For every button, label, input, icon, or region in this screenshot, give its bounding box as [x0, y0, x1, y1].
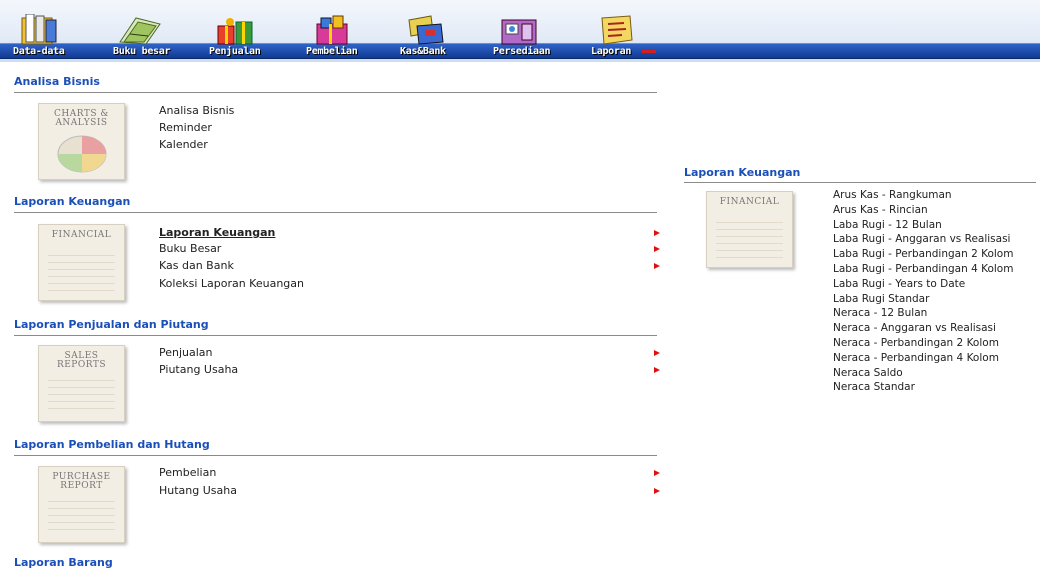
section-laporan-penjualan: Laporan Penjualan dan Piutang: [14, 317, 657, 336]
financial-thumbnail: FINANCIAL: [38, 224, 125, 301]
gift-icon: [217, 18, 253, 45]
purchase-report-thumbnail: PURCHASE REPORT: [38, 466, 125, 543]
section-title: Laporan Pembelian dan Hutang: [14, 438, 210, 451]
right-financial-thumbnail: FINANCIAL: [706, 191, 793, 268]
report-item-neraca-2-kolom[interactable]: Neraca - Perbandingan 2 Kolom: [833, 336, 1013, 351]
report-item-neraca-standar[interactable]: Neraca Standar: [833, 380, 1013, 395]
toolbar-data-data-button[interactable]: Data-data: [10, 14, 76, 58]
right-panel-title: Laporan Keuangan: [684, 166, 801, 179]
toolbar-label: Laporan: [591, 46, 632, 57]
section-title: Laporan Keuangan: [14, 195, 131, 208]
section-laporan-pembelian: Laporan Pembelian dan Hutang: [14, 437, 657, 456]
report-item-laba-rugi-ytd[interactable]: Laba Rugi - Years to Date: [833, 277, 1013, 292]
toolbar-label: Kas&Bank: [400, 46, 446, 57]
toolbar-buku-besar-button[interactable]: Buku besar: [110, 14, 176, 58]
report-item-laba-rugi-standar[interactable]: Laba Rugi Standar: [833, 292, 1013, 307]
thumbnail-caption: SALES REPORTS: [56, 351, 107, 370]
link-laporan-keuangan[interactable]: Laporan Keuangan: [159, 226, 275, 239]
thumbnail-caption: FINANCIAL: [51, 230, 112, 240]
submenu-arrow-icon[interactable]: [654, 263, 660, 269]
submenu-arrow-icon[interactable]: [654, 488, 660, 494]
thumbnail-lines: [716, 216, 783, 259]
report-item-neraca-saldo[interactable]: Neraca Saldo: [833, 366, 1013, 381]
section-laporan-barang: Laporan Barang: [14, 556, 113, 569]
thumbnail-lines: [48, 249, 115, 292]
submenu-arrow-icon[interactable]: [654, 246, 660, 252]
report-item-neraca-4-kolom[interactable]: Neraca - Perbandingan 4 Kolom: [833, 351, 1013, 366]
section-laporan-keuangan: Laporan Keuangan: [14, 194, 657, 213]
ledger-icon: [119, 17, 161, 45]
toolbar-pembelian-button[interactable]: Pembelian: [303, 14, 369, 58]
link-penjualan[interactable]: Penjualan: [159, 346, 213, 359]
report-scroll-icon: [601, 15, 633, 45]
thumbnail-caption: FINANCIAL: [719, 197, 780, 207]
toolbar-persediaan-button[interactable]: Persediaan: [490, 14, 562, 58]
section-title: Analisa Bisnis: [14, 75, 100, 88]
laporan-pointer: [642, 50, 656, 53]
shopping-icon: [316, 15, 348, 45]
pie-chart-icon: [57, 135, 107, 173]
link-hutang-usaha[interactable]: Hutang Usaha: [159, 484, 237, 497]
toolbar-label: Penjualan: [209, 46, 261, 57]
thumbnail-lines: [48, 495, 115, 534]
folder-icon: [21, 14, 57, 45]
toolbar-laporan-button[interactable]: Laporan: [588, 14, 656, 58]
toolbar-label: Data-data: [13, 46, 65, 57]
right-panel-report-list: Arus Kas - Rangkuman Arus Kas - Rincian …: [833, 188, 1013, 395]
section-title: Laporan Barang: [14, 556, 113, 569]
section-analisa-bisnis: Analisa Bisnis: [14, 74, 657, 93]
submenu-arrow-icon[interactable]: [654, 230, 660, 236]
inventory-icon: [501, 19, 537, 45]
link-kalender[interactable]: Kalender: [159, 138, 208, 151]
report-item-arus-kas-rincian[interactable]: Arus Kas - Rincian: [833, 203, 1013, 218]
thumbnail-caption: PURCHASE REPORT: [52, 472, 111, 491]
submenu-arrow-icon[interactable]: [654, 350, 660, 356]
link-analisa-bisnis[interactable]: Analisa Bisnis: [159, 104, 234, 117]
report-item-laba-rugi-12-bulan[interactable]: Laba Rugi - 12 Bulan: [833, 218, 1013, 233]
submenu-arrow-icon[interactable]: [654, 470, 660, 476]
section-title: Laporan Penjualan dan Piutang: [14, 318, 209, 331]
thumbnail-caption: CHARTS & ANALYSIS: [54, 109, 109, 128]
charts-analysis-thumbnail: CHARTS & ANALYSIS: [38, 103, 125, 180]
link-piutang-usaha[interactable]: Piutang Usaha: [159, 363, 238, 376]
toolbar-penjualan-button[interactable]: Penjualan: [206, 14, 272, 58]
thumbnail-lines: [48, 374, 115, 413]
toolbar-kas-bank-button[interactable]: Kas&Bank: [397, 14, 463, 58]
report-item-arus-kas-rangkuman[interactable]: Arus Kas - Rangkuman: [833, 188, 1013, 203]
report-item-laba-rugi-2-kolom[interactable]: Laba Rugi - Perbandingan 2 Kolom: [833, 247, 1013, 262]
toolbar-label: Persediaan: [493, 46, 551, 57]
main-toolbar: Data-data Buku besar Penjualan Pembelian: [0, 0, 1040, 62]
toolbar-label: Pembelian: [306, 46, 358, 57]
report-item-laba-rugi-4-kolom[interactable]: Laba Rugi - Perbandingan 4 Kolom: [833, 262, 1013, 277]
link-pembelian[interactable]: Pembelian: [159, 466, 216, 479]
report-item-neraca-12-bulan[interactable]: Neraca - 12 Bulan: [833, 306, 1013, 321]
report-item-neraca-anggaran[interactable]: Neraca - Anggaran vs Realisasi: [833, 321, 1013, 336]
link-reminder[interactable]: Reminder: [159, 121, 212, 134]
link-koleksi-laporan-keuangan[interactable]: Koleksi Laporan Keuangan: [159, 277, 304, 290]
sales-reports-thumbnail: SALES REPORTS: [38, 345, 125, 422]
toolbar-label: Buku besar: [113, 46, 171, 57]
link-buku-besar[interactable]: Buku Besar: [159, 242, 221, 255]
cash-icon: [408, 15, 444, 45]
link-kas-dan-bank[interactable]: Kas dan Bank: [159, 259, 234, 272]
report-item-laba-rugi-anggaran[interactable]: Laba Rugi - Anggaran vs Realisasi: [833, 232, 1013, 247]
submenu-arrow-icon[interactable]: [654, 367, 660, 373]
right-panel-divider: [684, 182, 1036, 183]
